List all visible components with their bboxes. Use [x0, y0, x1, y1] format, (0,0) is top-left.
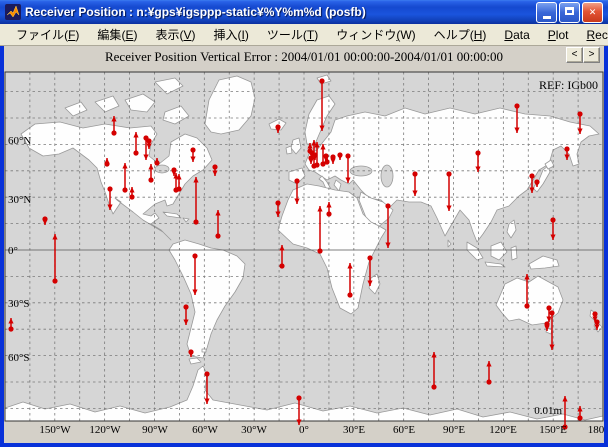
close-button[interactable]: ✕	[582, 2, 603, 23]
menu-item-5[interactable]: ウィンドウ(W)	[327, 24, 424, 45]
x-tick-label: 90°W	[142, 424, 168, 436]
window-title: Receiver Position : n:¥gps¥igsppp-static…	[25, 5, 536, 19]
x-tick-label: 60°E	[393, 424, 415, 436]
great-lakes	[155, 165, 169, 173]
caspian-sea	[381, 165, 393, 187]
menu-item-3[interactable]: 挿入(I)	[205, 24, 258, 45]
x-tick-label: 90°E	[443, 424, 465, 436]
x-tick-label: 0°	[299, 424, 309, 436]
x-tick-label: 30°E	[343, 424, 365, 436]
app-window: Receiver Position : n:¥gps¥igsppp-static…	[0, 0, 608, 447]
sulawesi	[511, 246, 517, 260]
x-tick-label: 150°W	[39, 424, 71, 436]
x-tick-label: 150°E	[539, 424, 567, 436]
menu-item-6[interactable]: ヘルプ(H)	[425, 24, 496, 45]
prev-epoch-button[interactable]: <	[566, 47, 583, 63]
figure-area: Receiver Position Vertical Error : 2004/…	[4, 46, 604, 443]
title-bar[interactable]: Receiver Position : n:¥gps¥igsppp-static…	[0, 0, 608, 24]
plot-header-title: Receiver Position Vertical Error : 2004/…	[4, 49, 604, 65]
x-tick-label: 60°W	[192, 424, 218, 436]
x-tick-label: 30°W	[241, 424, 267, 436]
y-tick-label: 60°N	[8, 135, 31, 147]
y-tick-label: 0°	[8, 245, 18, 257]
x-tick-label: 180	[588, 424, 604, 436]
y-tick-label: 30°S	[8, 298, 30, 310]
minimize-button[interactable]	[536, 2, 557, 23]
x-tick-label: 120°E	[489, 424, 517, 436]
reference-frame-label: REF: IGb00	[539, 78, 598, 92]
matlab-icon	[5, 4, 21, 20]
menu-item-1[interactable]: 編集(E)	[88, 24, 146, 45]
y-tick-label: 60°S	[8, 352, 30, 364]
menu-item-7[interactable]: Data	[495, 26, 538, 44]
menu-item-4[interactable]: ツール(T)	[258, 24, 327, 45]
menu-item-2[interactable]: 表示(V)	[146, 24, 204, 45]
y-tick-label: 30°N	[8, 194, 31, 206]
menu-bar: ファイル(F)編集(E)表示(V)挿入(I)ツール(T)ウィンドウ(W)ヘルプ(…	[0, 24, 608, 46]
menu-item-0[interactable]: ファイル(F)	[7, 24, 88, 45]
x-tick-label: 120°W	[89, 424, 121, 436]
scale-legend-label: 0.01m	[534, 405, 562, 417]
next-epoch-button[interactable]: >	[583, 47, 600, 63]
menu-item-9[interactable]: Receivers	[578, 26, 608, 44]
menu-item-8[interactable]: Plot	[539, 26, 578, 44]
world-map-plot: REF: IGb00 0.01m 150°W 120°W 90°W 60°W 30°W 0…	[4, 46, 604, 443]
maximize-button[interactable]	[559, 2, 580, 23]
